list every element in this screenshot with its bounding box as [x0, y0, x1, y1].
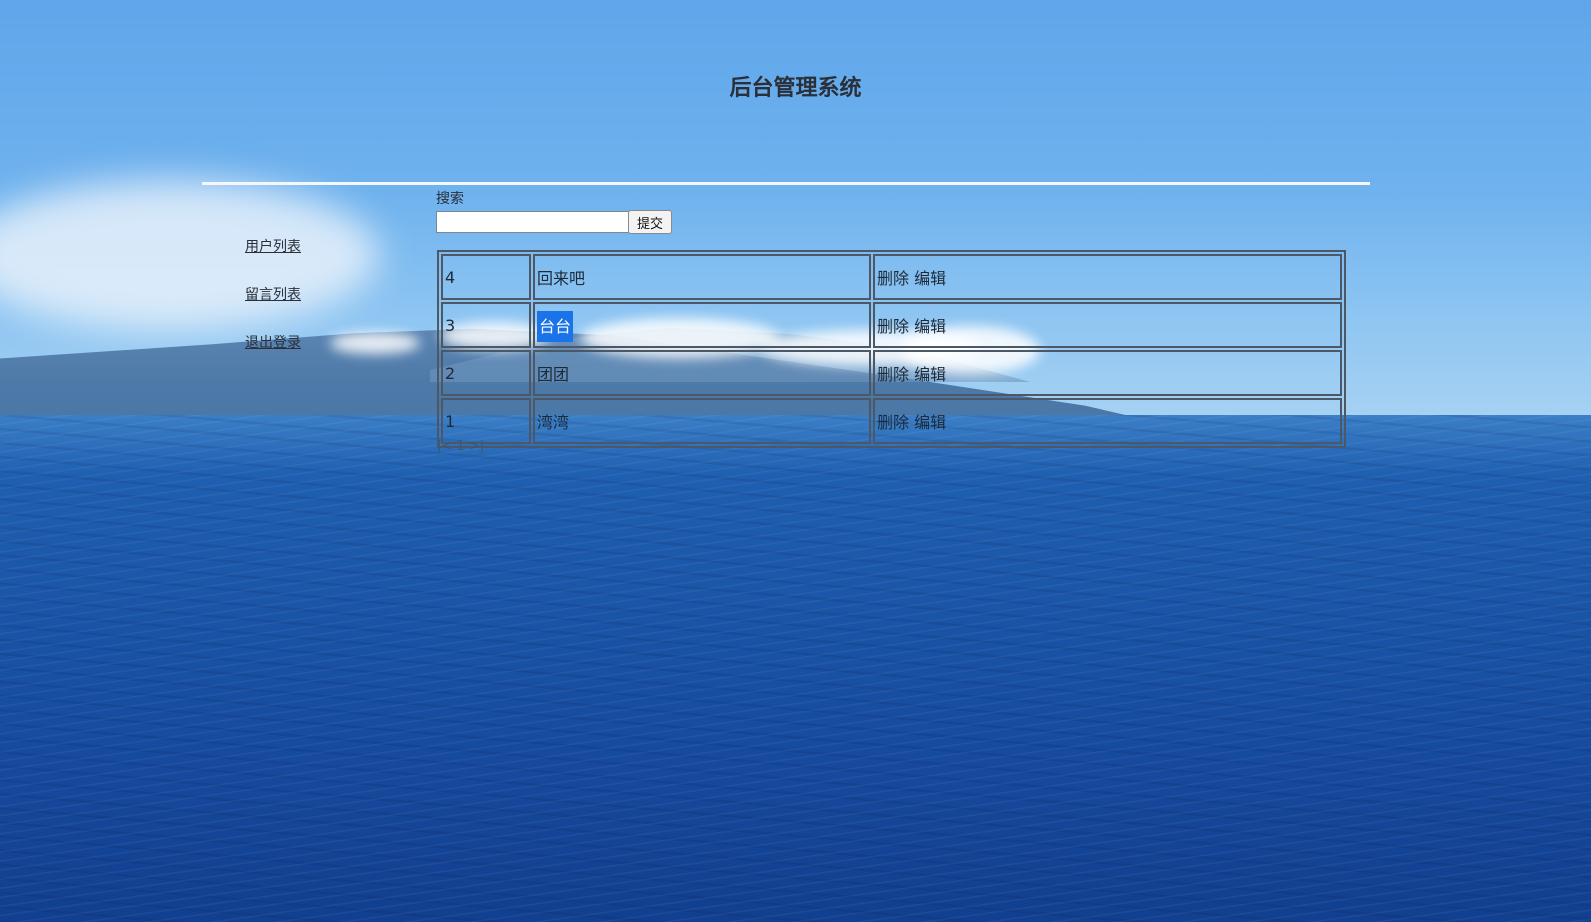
row-id: 4	[441, 254, 531, 300]
delete-link[interactable]: 删除	[877, 365, 909, 384]
row-id: 1	[441, 398, 531, 444]
cloud	[330, 332, 420, 354]
row-name: 湾湾	[533, 398, 871, 444]
row-actions: 删除 编辑	[873, 254, 1342, 300]
row-name: 回来吧	[533, 254, 871, 300]
page-title: 后台管理系统	[729, 76, 862, 101]
edit-link[interactable]: 编辑	[914, 317, 946, 336]
row-name-text: 团团	[537, 365, 570, 384]
submit-button[interactable]: 提交	[628, 210, 672, 234]
row-name: 团团	[533, 350, 871, 396]
background-image	[0, 0, 1591, 922]
header-divider	[202, 182, 1370, 185]
delete-link[interactable]: 删除	[877, 413, 909, 432]
row-actions: 删除 编辑	[873, 398, 1342, 444]
edit-link[interactable]: 编辑	[914, 413, 946, 432]
current-page-link[interactable]: 1	[456, 439, 464, 454]
search-input[interactable]	[436, 211, 630, 233]
sidebar-item-user-list[interactable]: 用户列表	[245, 236, 301, 256]
table-row: 4 回来吧 删除 编辑	[441, 254, 1342, 300]
table-row: 1 湾湾 删除 编辑	[441, 398, 1342, 444]
row-id: 3	[441, 302, 531, 348]
row-name-text-selected: 台台	[537, 311, 574, 342]
pagination: |< 1 >|	[437, 439, 484, 454]
delete-link[interactable]: 删除	[877, 317, 909, 336]
row-actions: 删除 编辑	[873, 350, 1342, 396]
row-name-text: 回来吧	[537, 269, 586, 288]
sidebar-item-logout[interactable]: 退出登录	[245, 332, 301, 352]
search-label: 搜索	[436, 191, 464, 207]
edit-link[interactable]: 编辑	[914, 269, 946, 288]
sea-waves	[0, 415, 1591, 922]
sidebar-item-message-list[interactable]: 留言列表	[245, 284, 301, 304]
row-actions: 删除 编辑	[873, 302, 1342, 348]
row-name: 台台	[533, 302, 871, 348]
table-row: 3 台台 删除 编辑	[441, 302, 1342, 348]
first-page-link[interactable]: |<	[437, 439, 452, 454]
row-name-text: 湾湾	[537, 413, 570, 432]
edit-link[interactable]: 编辑	[914, 365, 946, 384]
row-id: 2	[441, 350, 531, 396]
table-row: 2 团团 删除 编辑	[441, 350, 1342, 396]
delete-link[interactable]: 删除	[877, 269, 909, 288]
last-page-link[interactable]: >|	[469, 439, 484, 454]
message-table: 4 回来吧 删除 编辑 3 台台 删除 编辑 2 团团 删除 编辑 1 湾湾 删…	[437, 250, 1346, 448]
